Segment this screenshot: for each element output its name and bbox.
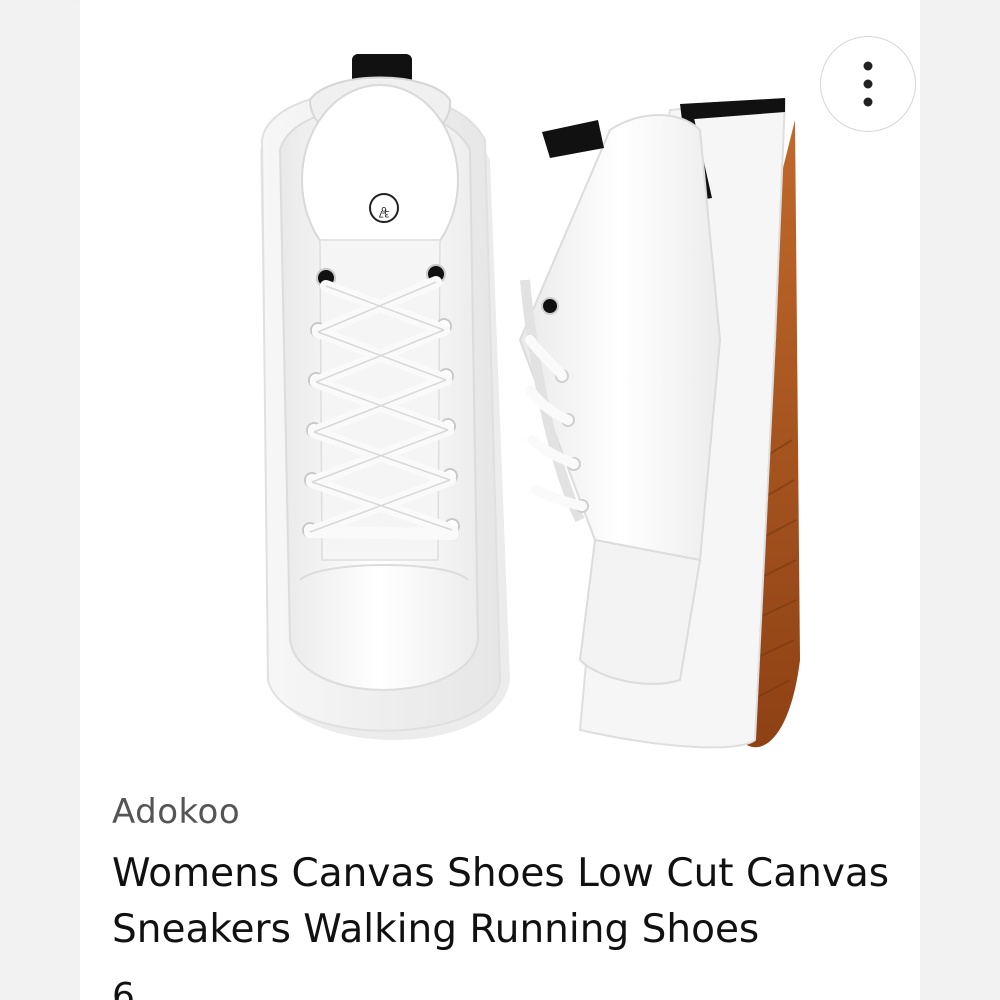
right-shoe	[518, 98, 800, 749]
insole-size-bottom: 6	[381, 204, 387, 214]
vertical-ellipsis-icon	[863, 61, 873, 107]
product-screen: 37 6 Adokoo Womens Canvas Shoes Low Cut …	[0, 0, 1000, 1000]
product-title: Womens Canvas Shoes Low Cut Canvas Sneak…	[112, 851, 890, 952]
product-image[interactable]: 37 6	[200, 40, 820, 760]
brand-link[interactable]: Adokoo	[112, 792, 240, 832]
more-options-button[interactable]	[820, 36, 916, 132]
size-value: 6	[112, 976, 135, 1000]
left-shoe: 37 6	[260, 54, 510, 741]
